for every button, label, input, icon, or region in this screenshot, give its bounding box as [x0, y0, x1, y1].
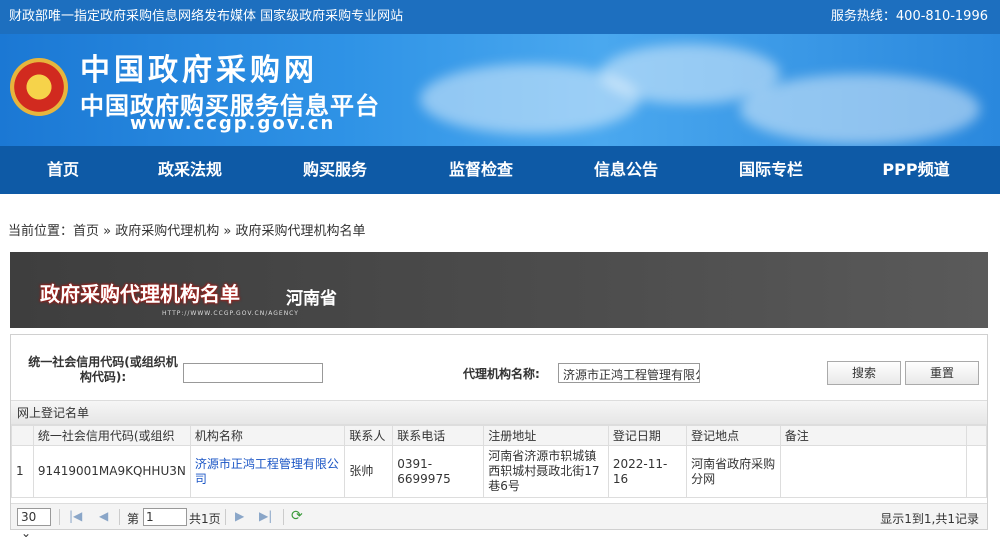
credit-code-label: 统一社会信用代码(或组织机构代码): — [28, 355, 178, 384]
prev-page-icon[interactable]: ◀ — [99, 509, 108, 523]
breadcrumb-prefix: 当前位置： — [8, 224, 74, 239]
nav-item-regulations[interactable]: 政采法规 — [135, 146, 245, 194]
column-header-agency-name[interactable]: 机构名称 — [189, 425, 346, 446]
main-nav: 首页 政采法规 购买服务 监督检查 信息公告 国际专栏 PPP频道 — [0, 146, 1000, 194]
cloud-decoration — [740, 74, 980, 144]
pager-divider — [283, 509, 284, 525]
page-title-ribbon: 政府采购代理机构名单 河南省 HTTP://WWW.CCGP.GOV.CN/AG… — [10, 252, 988, 328]
cell-reg-date: 2022-11-16 — [607, 445, 688, 498]
cell-reg-place: 河南省政府采购分网 — [686, 445, 781, 498]
search-button[interactable]: 搜索 — [827, 361, 901, 385]
page-size-value: 30 — [21, 510, 37, 524]
cell-remarks — [779, 445, 968, 498]
pager-divider — [59, 509, 60, 525]
search-panel: 统一社会信用代码(或组织机构代码): 代理机构名称: 济源市正鸿工程管理有限公 … — [10, 334, 988, 540]
cell-filler — [966, 445, 987, 498]
agency-name-input[interactable]: 济源市正鸿工程管理有限公 — [558, 363, 700, 383]
pagination-bar: 30 ⌄ |◀ ◀ 第 1 共1页 ▶ ▶| ⟳ 显示1到1,共1记录 — [11, 503, 987, 540]
column-header-reg-date[interactable]: 登记日期 — [607, 425, 688, 446]
column-header-reg-place[interactable]: 登记地点 — [686, 425, 781, 446]
column-header-phone[interactable]: 联系电话 — [392, 425, 485, 446]
pager-info: 显示1到1,共1记录 — [880, 512, 979, 526]
last-page-icon[interactable]: ▶| — [259, 509, 272, 523]
breadcrumb-agencies[interactable]: 政府采购代理机构 — [115, 224, 219, 239]
cell-agency-name-link[interactable]: 济源市正鸿工程管理有限公司 — [189, 445, 346, 498]
reset-button[interactable]: 重置 — [905, 361, 979, 385]
service-hotline: 服务热线：400-810-1996 — [830, 9, 988, 24]
nav-item-announcements[interactable]: 信息公告 — [571, 146, 681, 194]
site-url: www.ccgp.gov.cn — [130, 113, 336, 134]
first-page-icon[interactable]: |◀ — [69, 509, 82, 523]
page-size-select[interactable]: 30 ⌄ — [17, 508, 51, 540]
site-banner: 中国政府采购网 中国政府购买服务信息平台 www.ccgp.gov.cn — [0, 34, 1000, 146]
national-emblem-icon — [10, 58, 68, 116]
column-header-contact[interactable]: 联系人 — [344, 425, 394, 446]
cell-contact: 张帅 — [344, 445, 394, 498]
cell-address: 河南省济源市轵城镇西轵城村聂政北街17巷6号 — [483, 445, 609, 498]
column-header-filler — [966, 425, 987, 446]
pager-divider — [119, 509, 120, 525]
next-page-icon[interactable]: ▶ — [235, 509, 244, 523]
top-bar-slogan: 财政部唯一指定政府采购信息网络发布媒体 国家级政府采购专业网站 — [9, 9, 404, 24]
cell-credit-code: 91419001MA9KQHHU3N — [32, 445, 191, 498]
page-title: 政府采购代理机构名单 — [40, 282, 240, 306]
search-form: 统一社会信用代码(或组织机构代码): 代理机构名称: 济源市正鸿工程管理有限公 … — [11, 349, 987, 401]
nav-item-home[interactable]: 首页 — [8, 146, 118, 194]
pager-divider — [225, 509, 226, 525]
top-bar: 财政部唯一指定政府采购信息网络发布媒体 国家级政府采购专业网站 服务热线：400… — [0, 0, 1000, 34]
column-header-credit-code[interactable]: 统一社会信用代码(或组织 — [32, 425, 191, 446]
breadcrumb: 当前位置：首页 » 政府采购代理机构 » 政府采购代理机构名单 — [8, 220, 366, 239]
breadcrumb-agency-list[interactable]: 政府采购代理机构名单 — [235, 224, 365, 239]
nav-item-purchase-services[interactable]: 购买服务 — [280, 146, 390, 194]
agency-name-label: 代理机构名称: — [463, 367, 540, 381]
column-header-index — [11, 425, 34, 446]
cell-index: 1 — [11, 445, 34, 498]
page-number-input[interactable]: 1 — [143, 508, 187, 526]
page-label: 第 — [127, 512, 140, 526]
nav-item-international[interactable]: 国际专栏 — [716, 146, 826, 194]
cell-phone: 0391-6699975 — [392, 445, 485, 498]
refresh-icon[interactable]: ⟳ — [291, 508, 303, 524]
ribbon-url: HTTP://WWW.CCGP.GOV.CN/AGENCY — [162, 310, 299, 317]
province-label: 河南省 — [286, 289, 337, 309]
total-pages: 共1页 — [189, 512, 221, 526]
agency-table: 统一社会信用代码(或组织 机构名称 联系人 联系电话 注册地址 登记日期 登记地… — [11, 425, 987, 498]
chevron-down-icon: ⌄ — [21, 526, 32, 540]
table-row[interactable]: 1 91419001MA9KQHHU3N 济源市正鸿工程管理有限公司 张帅 03… — [11, 445, 987, 498]
nav-item-ppp[interactable]: PPP频道 — [861, 146, 971, 194]
table-header-row: 统一社会信用代码(或组织 机构名称 联系人 联系电话 注册地址 登记日期 登记地… — [11, 425, 987, 446]
site-logo-title[interactable]: 中国政府采购网 — [80, 54, 318, 88]
credit-code-input[interactable] — [183, 363, 323, 383]
breadcrumb-separator: » — [99, 224, 116, 239]
column-header-remarks[interactable]: 备注 — [779, 425, 968, 446]
nav-item-supervision[interactable]: 监督检查 — [426, 146, 536, 194]
grid-title: 网上登记名单 — [11, 401, 987, 425]
breadcrumb-separator: » — [219, 224, 236, 239]
breadcrumb-home[interactable]: 首页 — [73, 224, 99, 239]
column-header-address[interactable]: 注册地址 — [483, 425, 609, 446]
